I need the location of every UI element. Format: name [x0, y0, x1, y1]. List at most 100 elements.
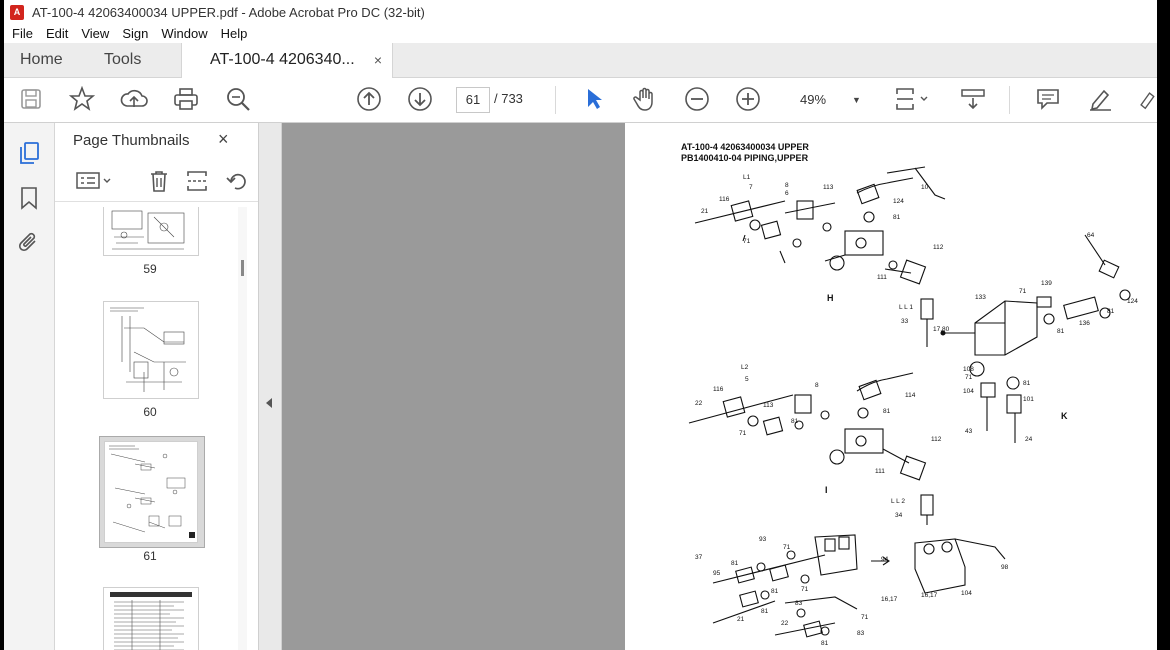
title-bar: A AT-100-4 42063400034 UPPER.pdf - Adobe…: [4, 0, 1157, 24]
panel-toolbar: [55, 161, 258, 202]
callout-label: L L 2: [891, 498, 905, 505]
callout-label: 8: [785, 182, 789, 189]
thumbnail-label: 59: [143, 262, 157, 276]
zoom-out-icon[interactable]: [683, 86, 711, 112]
callout-label: 81: [893, 214, 901, 221]
callout-label: 124: [893, 198, 904, 205]
page-total-label: / 733: [494, 91, 523, 106]
panel-splitter[interactable]: [259, 123, 282, 650]
print-icon[interactable]: [172, 86, 200, 112]
thumbnail-page-59[interactable]: [103, 207, 199, 256]
page-number-input[interactable]: 61: [456, 87, 490, 113]
page-display-icon[interactable]: [892, 86, 932, 112]
page-thumbnails-icon[interactable]: [17, 141, 41, 170]
panel-title: Page Thumbnails: [73, 132, 190, 149]
callout-label: 101: [1023, 396, 1034, 403]
page-thumbnails-panel: Page Thumbnails × 59 60 61: [55, 123, 259, 650]
fill-sign-icon[interactable]: [1136, 86, 1157, 112]
callout-label: 81: [883, 408, 891, 415]
menu-bar: File Edit View Sign Window Help: [4, 24, 1157, 43]
document-page[interactable]: AT-100-4 42063400034 UPPER PB1400410-04 …: [625, 123, 1157, 650]
callout-label: 33: [901, 318, 909, 325]
collapse-panel-icon[interactable]: [266, 398, 272, 408]
next-page-icon[interactable]: [406, 86, 434, 112]
menu-file[interactable]: File: [12, 26, 33, 41]
scroll-mode-icon[interactable]: [958, 86, 988, 112]
callout-label: 21: [701, 208, 709, 215]
callout-label: 64: [1087, 232, 1095, 239]
callout-label: 71: [801, 586, 809, 593]
callout-label: 71: [861, 614, 869, 621]
highlight-pen-icon[interactable]: [1086, 86, 1114, 112]
tab-bar: Home Tools AT-100-4 4206340... ×: [4, 43, 1157, 78]
tab-tools[interactable]: Tools: [104, 43, 141, 77]
delete-page-icon[interactable]: [147, 169, 171, 198]
callout-label: 81: [821, 640, 829, 647]
callout-label: 7: [749, 184, 753, 191]
parts-diagram: L1 7 8 6 113 116 21 71 124 10 81 112 111…: [688, 166, 1138, 647]
thumbnail-label: 61: [143, 549, 157, 563]
zoom-select[interactable]: 49% ▼: [787, 87, 865, 113]
thumbnail-scrollbar[interactable]: [241, 260, 244, 276]
thumbnail-list: 59 60 61: [55, 207, 239, 650]
callout-label: 133: [975, 294, 986, 301]
acrobat-window: A AT-100-4 42063400034 UPPER.pdf - Adobe…: [4, 0, 1157, 650]
callout-label: 81: [1057, 328, 1065, 335]
callout-label: 81: [761, 608, 769, 615]
menu-help[interactable]: Help: [221, 26, 248, 41]
callout-label: 113: [763, 402, 774, 409]
thumbnail-page-62[interactable]: [103, 587, 199, 650]
menu-edit[interactable]: Edit: [46, 26, 68, 41]
menu-window[interactable]: Window: [161, 26, 207, 41]
callout-label: 8: [815, 382, 819, 389]
menu-view[interactable]: View: [81, 26, 109, 41]
section-label-i: I: [825, 485, 828, 495]
bookmarks-icon[interactable]: [19, 186, 39, 215]
left-navigation-rail: [4, 123, 55, 650]
zoom-search-icon[interactable]: [224, 86, 252, 112]
callout-label: 16,17: [921, 592, 938, 599]
callout-label: 139: [1041, 280, 1052, 287]
callout-label: 136: [1079, 320, 1090, 327]
thumbnail-page-61[interactable]: [104, 441, 198, 543]
thumbnail-page-60[interactable]: [103, 301, 199, 399]
callout-label: 104: [963, 388, 974, 395]
select-cursor-icon[interactable]: [581, 86, 607, 112]
callout-label: 81: [731, 560, 739, 567]
window-title: AT-100-4 42063400034 UPPER.pdf - Adobe A…: [32, 4, 425, 20]
tab-close-button[interactable]: ×: [374, 43, 382, 77]
callout-label: 94: [881, 556, 889, 563]
previous-page-icon[interactable]: [355, 86, 383, 112]
callout-label: 22: [781, 620, 789, 627]
save-icon[interactable]: [18, 86, 44, 112]
callout-label: 111: [877, 274, 887, 281]
callout-label: 24: [1025, 436, 1033, 443]
callout-label: 22: [695, 400, 703, 407]
callout-label: 113: [823, 184, 834, 191]
extract-page-icon[interactable]: [185, 169, 209, 198]
comment-icon[interactable]: [1034, 86, 1062, 112]
toolbar-divider: [555, 86, 556, 114]
attachments-icon[interactable]: [17, 230, 41, 259]
tab-document[interactable]: AT-100-4 4206340... ×: [181, 43, 393, 78]
callout-label: 5: [745, 376, 749, 383]
upload-cloud-icon[interactable]: [120, 86, 148, 112]
menu-sign[interactable]: Sign: [122, 26, 148, 41]
rotate-page-icon[interactable]: [225, 169, 247, 198]
callout-label: 71: [783, 544, 791, 551]
callout-label: 81: [791, 418, 799, 425]
callout-label: 17,80: [933, 326, 950, 333]
thumbnail-options-icon[interactable]: [75, 169, 115, 198]
hand-tool-icon[interactable]: [631, 86, 659, 112]
tab-document-label: AT-100-4 4206340...: [210, 51, 355, 68]
thumbnail-label: 60: [143, 405, 157, 419]
tab-home[interactable]: Home: [20, 43, 63, 77]
toolbar-divider: [1009, 86, 1010, 114]
callout-label: 34: [895, 512, 903, 519]
zoom-in-icon[interactable]: [734, 86, 762, 112]
callout-label: 16,17: [881, 596, 898, 603]
section-label-h: H: [827, 293, 834, 303]
callout-label: 71: [743, 238, 751, 245]
bookmark-star-icon[interactable]: [68, 86, 96, 112]
panel-close-button[interactable]: ×: [218, 129, 229, 150]
